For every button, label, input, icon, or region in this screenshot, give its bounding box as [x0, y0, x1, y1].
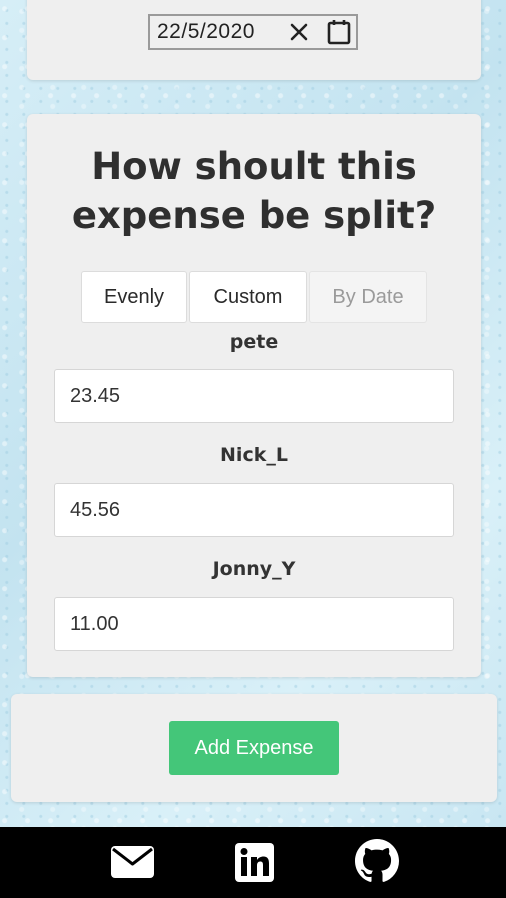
- tab-by-date[interactable]: By Date: [309, 271, 427, 323]
- add-expense-button[interactable]: Add Expense: [169, 721, 339, 775]
- person-name-jonny: Jonny_Y: [212, 558, 296, 580]
- tab-custom[interactable]: Custom: [189, 271, 307, 323]
- close-icon[interactable]: [287, 20, 311, 44]
- person-name-nick: Nick_L: [220, 444, 288, 466]
- date-value: 22/5/2020: [157, 20, 255, 43]
- add-expense-card: Add Expense: [11, 694, 497, 802]
- split-title: How shoult this expense be split?: [71, 145, 437, 237]
- split-mode-tabs: Evenly Custom By Date: [81, 271, 427, 323]
- github-icon[interactable]: [355, 839, 399, 883]
- amount-input-pete[interactable]: 23.45: [54, 369, 454, 423]
- calendar-icon[interactable]: [326, 18, 352, 46]
- mail-icon[interactable]: [110, 845, 155, 879]
- tab-evenly[interactable]: Evenly: [81, 271, 187, 323]
- amount-input-jonny[interactable]: 11.00: [54, 597, 454, 651]
- footer: [0, 827, 506, 898]
- person-name-pete: pete: [229, 331, 279, 353]
- date-input[interactable]: 22/5/2020: [148, 14, 358, 50]
- split-card: How shoult this expense be split? Evenly…: [27, 114, 481, 677]
- linkedin-icon[interactable]: [234, 842, 275, 883]
- date-card: 22/5/2020: [27, 0, 481, 80]
- amount-input-nick[interactable]: 45.56: [54, 483, 454, 537]
